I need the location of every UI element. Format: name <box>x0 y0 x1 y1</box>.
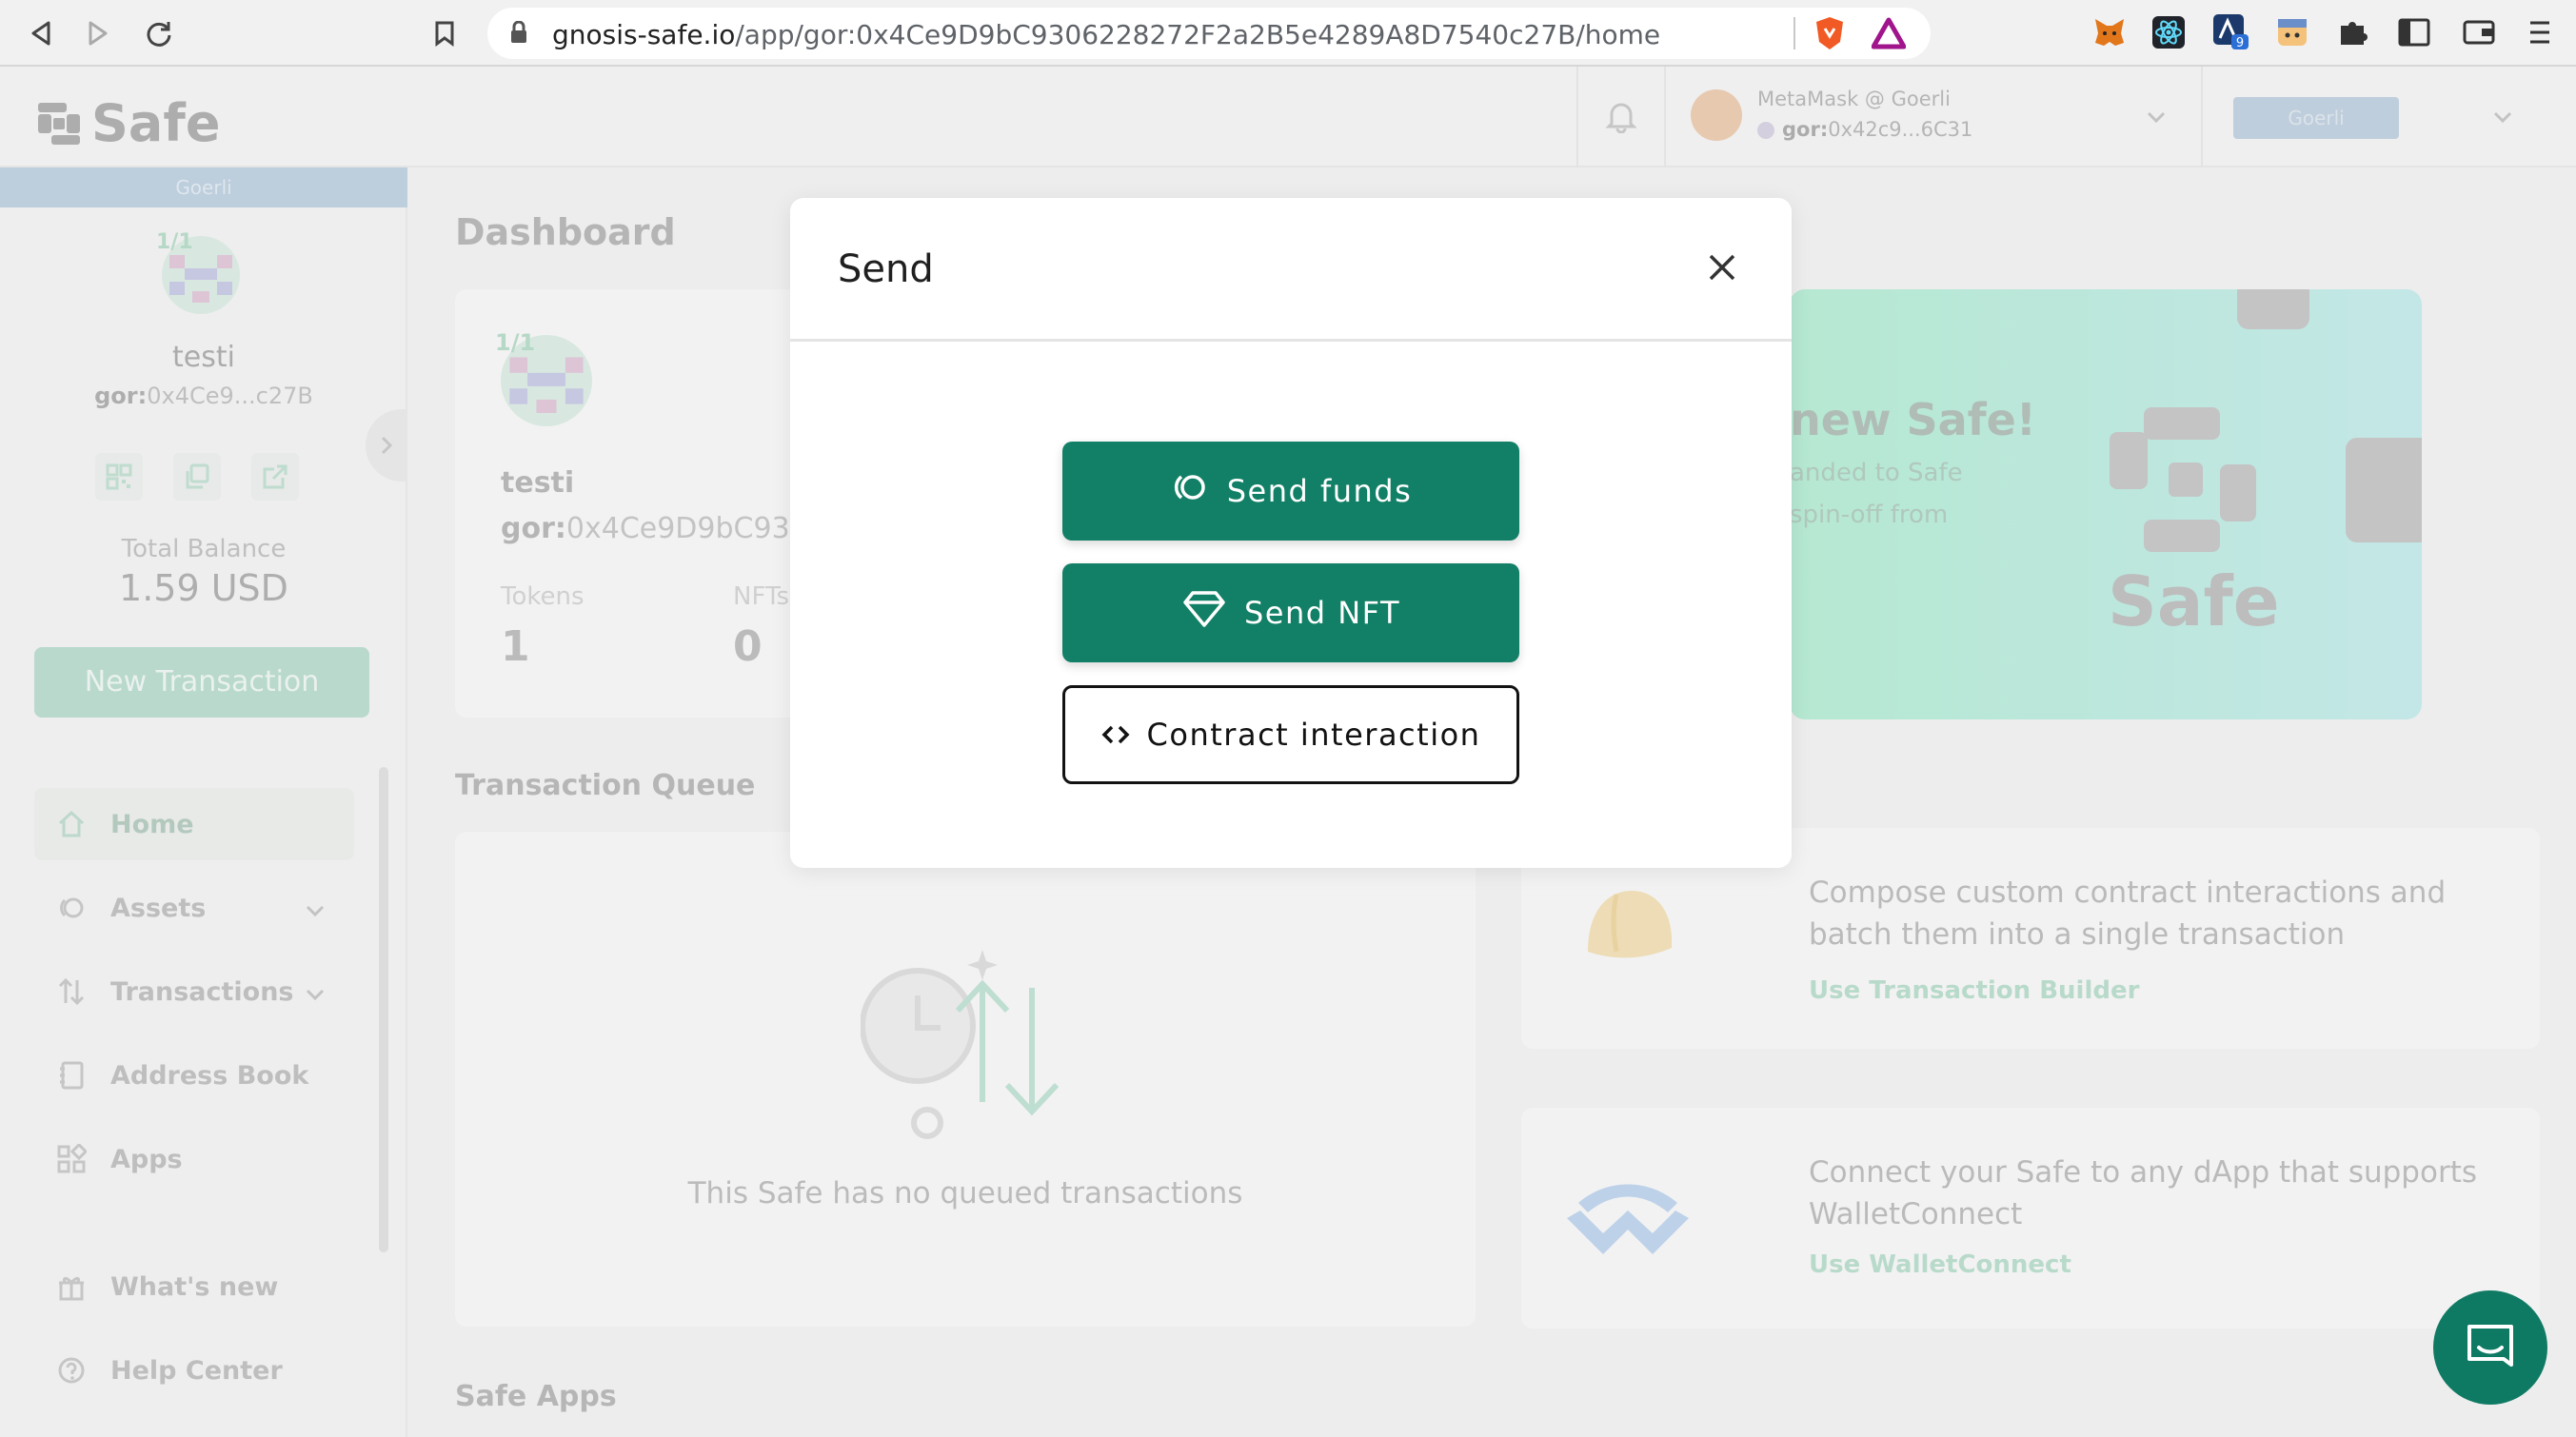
coins-icon <box>1170 472 1210 510</box>
chat-icon <box>2467 1325 2513 1367</box>
puzzle-icon[interactable] <box>2334 13 2372 51</box>
bookmark-icon[interactable] <box>425 13 465 53</box>
chat-support-button[interactable] <box>2433 1290 2547 1405</box>
wallet-icon[interactable] <box>2460 13 2498 51</box>
send-funds-button[interactable]: Send funds <box>1062 442 1519 541</box>
diamond-icon <box>1181 589 1227 637</box>
brave-shield-icon[interactable] <box>1811 14 1849 52</box>
profile-extension-icon[interactable] <box>2273 13 2311 51</box>
url-text: gnosis-safe.io/app/gor:0x4Ce9D9bC9306228… <box>552 19 1660 50</box>
react-devtools-icon[interactable] <box>2150 13 2188 51</box>
close-icon[interactable] <box>1702 247 1742 287</box>
brave-rewards-icon[interactable] <box>1870 14 1908 52</box>
sidebar-toggle-icon[interactable] <box>2395 13 2433 51</box>
extension-badge: 9 <box>2236 36 2244 50</box>
lock-icon <box>510 20 527 43</box>
back-button[interactable] <box>21 13 61 53</box>
metamask-extension-icon[interactable] <box>2091 13 2129 51</box>
modal-divider <box>790 339 1792 342</box>
menu-icon[interactable] <box>2521 13 2559 51</box>
address-bar[interactable]: gnosis-safe.io/app/gor:0x4Ce9D9bC9306228… <box>487 8 1931 59</box>
code-icon <box>1101 717 1130 753</box>
url-path: /app/gor:0x4Ce9D9bC9306228272F2a2B5e4289… <box>735 19 1661 50</box>
send-nft-button[interactable]: Send NFT <box>1062 563 1519 662</box>
forward-button[interactable] <box>78 13 118 53</box>
url-domain: gnosis-safe.io <box>552 19 736 50</box>
send-funds-label: Send funds <box>1226 473 1413 509</box>
reload-button[interactable] <box>139 13 179 53</box>
redux-devtools-icon[interactable]: 9 <box>2212 13 2250 51</box>
modal-title: Send <box>838 247 934 291</box>
contract-interaction-button[interactable]: Contract interaction <box>1062 685 1519 784</box>
browser-toolbar: gnosis-safe.io/app/gor:0x4Ce9D9bC9306228… <box>0 0 2576 67</box>
url-divider <box>1793 17 1795 49</box>
send-nft-label: Send NFT <box>1243 595 1401 631</box>
contract-interaction-label: Contract interaction <box>1146 717 1481 753</box>
send-modal: Send Send funds Send NFT Contract intera… <box>790 198 1792 868</box>
